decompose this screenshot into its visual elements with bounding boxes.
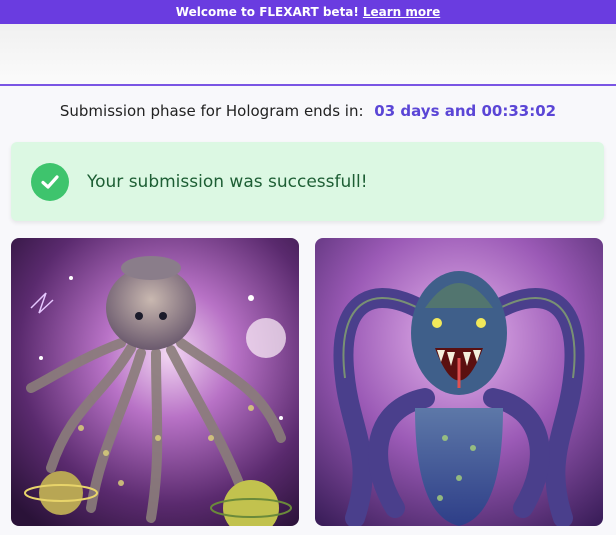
countdown-value: 03 days and 00:33:02 <box>374 102 557 120</box>
check-circle-icon <box>31 162 69 201</box>
success-message: Your submission was successfull! <box>87 171 368 192</box>
submission-image-octopus-monster[interactable] <box>315 238 603 526</box>
submission-image-octopus-space[interactable] <box>11 238 299 526</box>
learn-more-link[interactable]: Learn more <box>363 5 440 19</box>
phase-timer: Submission phase for Hologram ends in: 0… <box>0 102 616 120</box>
success-alert: Your submission was successfull! <box>11 142 604 221</box>
phase-label: Submission phase for Hologram ends in: <box>59 102 364 120</box>
welcome-banner: Welcome to FLEXART beta! Learn more <box>0 0 616 24</box>
banner-text: Welcome to FLEXART beta! <box>175 5 359 19</box>
top-header <box>0 24 616 86</box>
